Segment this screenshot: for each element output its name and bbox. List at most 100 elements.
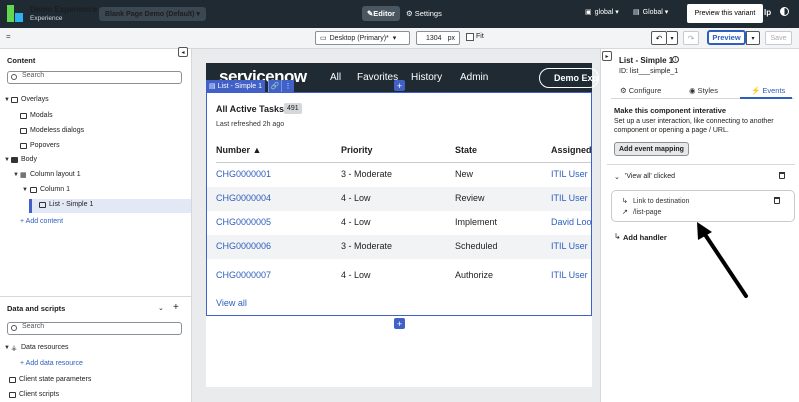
tab-events[interactable]: ⚡ Events [751,86,785,95]
list-component-tag[interactable]: ▤ List - Simple 1 [206,80,265,92]
caret-down-icon[interactable]: ▼ [22,187,28,193]
row-assigned-link[interactable]: ITIL User [551,241,588,251]
search-icon [11,325,17,331]
column-icon [30,187,37,193]
body-icon [11,157,18,163]
event-name: 'View all' clicked [625,173,676,180]
nav-all[interactable]: All [330,72,341,83]
row-assigned-link[interactable]: ITIL User [551,193,588,203]
panel-collapse-icon: ▸ [605,53,609,60]
column-header-assigned[interactable]: Assigned [551,145,592,155]
tree-item-client-state[interactable]: Client state parameters [19,376,91,383]
more-options-icon[interactable]: ⋮ [281,80,294,92]
demo-experience-pill[interactable]: Demo Exp [539,68,599,88]
trash-icon[interactable] [774,197,780,204]
tree-item-body[interactable]: Body [21,156,37,163]
nav-admin[interactable]: Admin [460,72,488,83]
state-icon [9,377,16,383]
tree-item-column[interactable]: Column 1 [40,186,70,193]
view-all-link[interactable]: View all [216,298,247,308]
add-content-link[interactable]: + Add content [20,218,63,225]
language-dropdown[interactable]: ▤ Global ▾ [633,8,668,16]
help-icon[interactable]: lp [764,8,771,17]
add-icon[interactable]: + [173,302,179,313]
tree-item-data-resources[interactable]: Data resources [21,344,68,351]
external-link-icon: ↗ [622,209,628,216]
app-subtitle: Experience [30,15,63,22]
tree-item-overlays[interactable]: Overlays [21,96,49,103]
row-number-link[interactable]: CHG0000007 [216,270,271,280]
row-assigned-link[interactable]: ITIL User [551,169,588,179]
row-assigned-link[interactable]: ITIL User [551,270,588,280]
event-handler-card[interactable] [611,190,795,222]
row-state: Implement [455,217,498,227]
tree-item-list-simple[interactable]: List - Simple 1 [49,201,93,208]
row-number-link[interactable]: CHG0000004 [216,193,271,203]
preview-dropdown[interactable]: ▾ [746,31,760,45]
undo-history-dropdown[interactable]: ▾ [667,31,678,45]
add-above-button[interactable]: + [394,80,405,91]
column-header-number[interactable]: Number ▲ [216,145,261,155]
link-icon[interactable]: 🔗 [268,80,281,92]
fit-checkbox[interactable] [466,33,474,41]
menu-icon[interactable]: = [6,32,11,41]
add-handler-button[interactable]: Add handler [623,233,667,242]
tree-item-client-scripts[interactable]: Client scripts [19,391,59,398]
script-icon [9,392,16,398]
column-header-priority[interactable]: Priority [341,145,373,155]
row-assigned-link[interactable]: David Loo [551,217,591,227]
info-icon[interactable]: i [672,56,679,63]
nav-history[interactable]: History [411,72,442,83]
column-header-state[interactable]: State [455,145,477,155]
editor-tab[interactable]: ✎ Editor [362,6,400,21]
annotation-arrow-icon [697,222,748,298]
dialog-icon [20,128,27,134]
tree-item-modeless-dialogs[interactable]: Modeless dialogs [30,127,84,134]
scope-app-dropdown[interactable]: ▣ global ▾ [585,8,619,16]
tree-item-modals[interactable]: Modals [30,112,53,119]
device-dropdown[interactable]: ▭ Desktop (Primary)* ▾ [315,31,410,45]
row-priority: 3 - Moderate [341,241,393,251]
row-state: New [455,169,474,179]
list-count-badge: 491 [284,103,302,114]
handler-url: /list-page [633,209,662,216]
row-number-link[interactable]: CHG0000006 [216,241,271,251]
caret-down-icon[interactable]: ▼ [13,172,19,178]
redo-button[interactable]: ↷ [683,31,699,45]
chevron-down-icon[interactable]: ⌄ [158,304,164,312]
content-search-input[interactable]: Search [7,71,182,84]
row-number-link[interactable]: CHG0000001 [216,169,271,179]
caret-down-icon[interactable]: ▼ [4,345,10,351]
page-selector-dropdown[interactable]: Blank Page Demo (Default) ▾ [99,7,206,21]
fit-label: Fit [476,33,484,40]
trash-icon[interactable] [779,172,785,179]
caret-down-icon[interactable]: ▼ [4,97,10,103]
nav-favorites[interactable]: Favorites [357,72,398,83]
width-input[interactable]: 1304 px [416,31,460,45]
redo-icon: ↷ [687,33,695,43]
row-number-link[interactable]: CHG0000005 [216,217,271,227]
theme-toggle-icon[interactable] [780,7,789,16]
preview-button[interactable]: Preview [707,30,746,45]
add-below-button[interactable]: + [394,318,405,329]
chevron-down-icon[interactable]: ⌄ [614,173,620,181]
tab-styles[interactable]: ◉ Styles [689,86,718,95]
collapse-left-panel-button[interactable]: ◂ [178,47,188,57]
data-search-input[interactable]: Search [7,322,182,335]
undo-button[interactable]: ↶ [651,31,667,45]
caret-down-icon[interactable]: ▼ [4,157,10,163]
row-priority: 4 - Low [341,217,371,227]
collapse-right-panel-button[interactable]: ▸ [602,51,612,61]
app-logo-icon [7,5,23,22]
chevron-down-icon: ▾ [670,35,674,42]
row-priority: 4 - Low [341,270,371,280]
tree-item-popovers[interactable]: Popovers [30,142,60,149]
settings-tab[interactable]: ⚙ Settings [406,6,442,21]
save-button[interactable]: Save [765,31,792,45]
tab-configure[interactable]: ⚙ Configure [620,86,661,95]
tree-item-column-layout[interactable]: Column layout 1 [30,171,81,178]
lightning-icon: ⚡ [751,86,761,95]
add-event-mapping-button[interactable]: Add event mapping [614,142,689,156]
handler-branch-icon: ↳ [622,198,628,205]
add-data-resource-link[interactable]: + Add data resource [20,360,83,367]
